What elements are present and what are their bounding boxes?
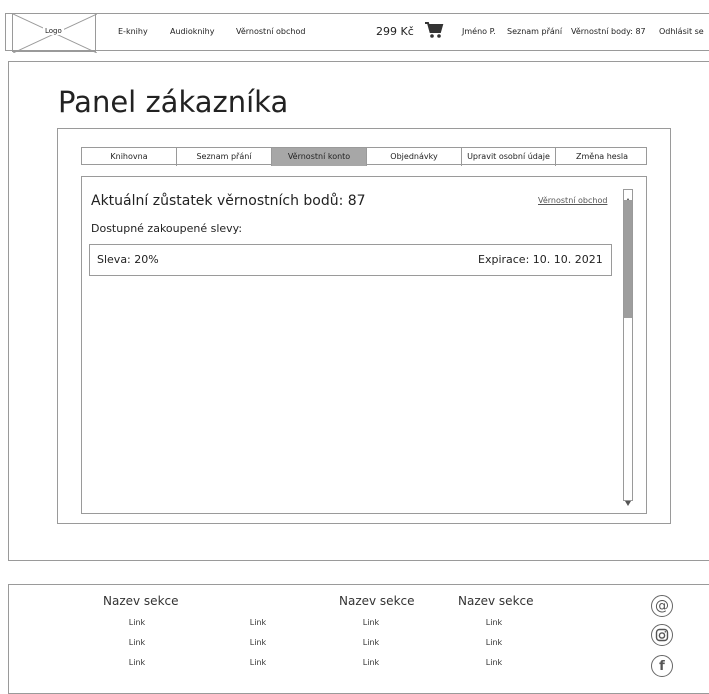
points-balance: Aktuální zůstatek věrnostních bodů: 87 [91, 193, 366, 209]
footer-link[interactable]: Link [346, 638, 396, 647]
footer-link[interactable]: Link [112, 618, 162, 627]
nav-ebooks[interactable]: E-knihy [118, 27, 148, 36]
footer-link[interactable]: Link [233, 658, 283, 667]
footer-link[interactable]: Link [346, 658, 396, 667]
instagram-icon[interactable] [651, 624, 673, 646]
logout-link[interactable]: Odhlásit se [659, 27, 704, 36]
footer-section-heading: Nazev sekce [339, 594, 415, 608]
scrollbar[interactable] [623, 189, 633, 506]
page-title: Panel zákazníka [58, 85, 289, 119]
cart-icon[interactable] [424, 20, 444, 44]
discount-expiry: Expirace: 10. 10. 2021 [478, 253, 603, 266]
footer-section-heading: Nazev sekce [103, 594, 179, 608]
scroll-up-icon[interactable] [624, 190, 632, 203]
user-name[interactable]: Jméno P. [462, 27, 496, 36]
footer-link[interactable]: Link [469, 618, 519, 627]
at-sign-icon[interactable]: @ [651, 595, 673, 617]
discount-label: Sleva: 20% [97, 253, 159, 266]
tab-bar: Knihovna Seznam přání Věrnostní konto Ob… [81, 147, 648, 166]
footer-link[interactable]: Link [469, 658, 519, 667]
nav-loyalty-shop[interactable]: Věrnostní obchod [236, 27, 305, 36]
tab-loyalty-account[interactable]: Věrnostní konto [272, 148, 367, 166]
cart-price: 299 Kč [376, 25, 414, 38]
tab-edit-personal-info[interactable]: Upravit osobní údaje [462, 148, 556, 166]
logo-text: Logo [43, 27, 64, 35]
scroll-down-icon[interactable] [624, 492, 632, 506]
logo[interactable]: Logo [12, 13, 97, 53]
footer-link[interactable]: Link [112, 658, 162, 667]
wishlist-link[interactable]: Seznam přání [507, 27, 562, 36]
scrollbar-thumb[interactable] [624, 200, 632, 318]
footer-link[interactable]: Link [112, 638, 162, 647]
discount-row: Sleva: 20% Expirace: 10. 10. 2021 [89, 244, 612, 276]
facebook-icon[interactable]: f [651, 655, 673, 677]
tab-change-password[interactable]: Změna hesla [556, 148, 648, 166]
footer-link[interactable]: Link [346, 618, 396, 627]
loyalty-points[interactable]: Věrnostní body: 87 [571, 27, 646, 36]
footer-link[interactable]: Link [233, 638, 283, 647]
loyalty-shop-link[interactable]: Věrnostní obchod [538, 196, 607, 205]
tab-library[interactable]: Knihovna [82, 148, 177, 166]
tab-orders[interactable]: Objednávky [367, 148, 462, 166]
footer-section-heading: Nazev sekce [458, 594, 534, 608]
tab-wishlist[interactable]: Seznam přání [177, 148, 272, 166]
footer-link[interactable]: Link [469, 638, 519, 647]
discounts-heading: Dostupné zakoupené slevy: [91, 222, 243, 235]
footer-link[interactable]: Link [233, 618, 283, 627]
nav-audiobooks[interactable]: Audioknihy [170, 27, 214, 36]
